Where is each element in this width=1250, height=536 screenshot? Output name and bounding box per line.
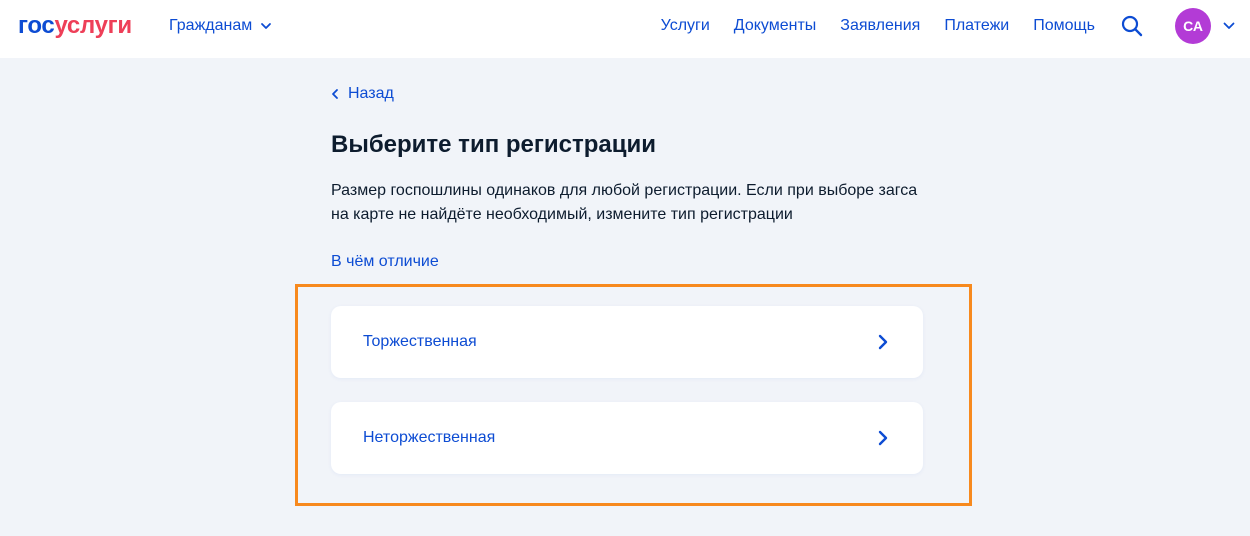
back-link[interactable]: Назад	[330, 84, 394, 104]
option-label: Торжественная	[363, 333, 477, 350]
audience-label: Гражданам	[169, 17, 253, 34]
option-label: Неторжественная	[363, 429, 496, 446]
chevron-left-icon	[332, 89, 338, 99]
option-ceremonial[interactable]: Торжественная	[331, 306, 923, 378]
top-header: госуслуги Гражданам Услуги Документы Зая…	[0, 0, 1250, 58]
audience-selector[interactable]: Гражданам	[169, 15, 272, 37]
back-label: Назад	[348, 85, 394, 102]
nav-documents[interactable]: Документы	[734, 15, 816, 37]
nav-applications[interactable]: Заявления	[840, 15, 920, 37]
main-nav: Услуги Документы Заявления Платежи Помощ…	[661, 15, 1095, 37]
option-non-ceremonial[interactable]: Неторжественная	[331, 402, 923, 474]
difference-link[interactable]: В чём отличие	[331, 252, 439, 272]
chevron-right-icon	[878, 334, 888, 350]
nav-services[interactable]: Услуги	[661, 15, 710, 37]
page-title: Выберите тип регистрации	[331, 131, 656, 158]
chevron-right-icon	[878, 430, 888, 446]
nav-help[interactable]: Помощь	[1033, 15, 1095, 37]
chevron-down-icon	[261, 23, 272, 29]
gosuslugi-logo[interactable]: госуслуги	[18, 12, 132, 40]
nav-payments[interactable]: Платежи	[944, 15, 1009, 37]
page-description: Размер госпошлины одинаков для любой рег…	[331, 182, 918, 223]
search-icon[interactable]	[1120, 14, 1144, 38]
chevron-down-icon[interactable]	[1222, 20, 1236, 32]
avatar-initials: СА	[1183, 18, 1203, 34]
user-avatar[interactable]: СА	[1175, 8, 1211, 44]
